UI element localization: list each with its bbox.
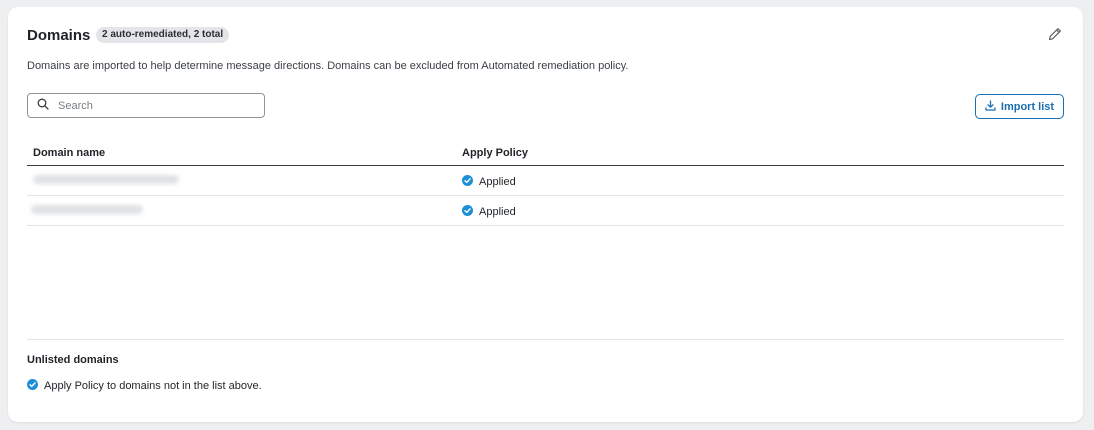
unlisted-domains-title: Unlisted domains (27, 354, 119, 366)
description-text: Domains are imported to help determine m… (27, 60, 629, 72)
import-list-button[interactable]: Import list (975, 94, 1064, 119)
table-header: Domain name Apply Policy (27, 145, 1064, 166)
search-icon (37, 97, 49, 115)
domains-card: Domains 2 auto-remediated, 2 total Domai… (8, 7, 1083, 422)
check-circle-icon (27, 379, 38, 393)
check-circle-icon (462, 175, 473, 189)
domains-table: Domain name Apply Policy Applied Applied (27, 145, 1064, 226)
download-icon (985, 99, 1001, 114)
policy-status-label: Applied (479, 176, 516, 188)
edit-button[interactable] (1045, 26, 1065, 46)
import-list-label: Import list (1000, 100, 1055, 113)
policy-status-label: Applied (479, 206, 516, 218)
redacted-domain-name (31, 205, 143, 214)
table-row[interactable]: Applied (27, 166, 1064, 196)
table-row[interactable]: Applied (27, 196, 1064, 226)
check-circle-icon (462, 205, 473, 219)
unlisted-domains-text: Apply Policy to domains not in the list … (44, 380, 262, 392)
search-input[interactable] (56, 98, 260, 113)
page-title: Domains (27, 27, 91, 44)
section-divider (27, 339, 1064, 340)
policy-status: Applied (462, 175, 516, 189)
policy-status: Applied (462, 205, 516, 219)
search-box[interactable] (27, 93, 265, 118)
pencil-icon (1047, 26, 1063, 47)
redacted-domain-name (33, 175, 179, 184)
column-header-apply-policy: Apply Policy (462, 147, 529, 159)
status-badge: 2 auto-remediated, 2 total (96, 27, 230, 43)
unlisted-domains-policy: Apply Policy to domains not in the list … (27, 379, 262, 393)
column-header-domain-name: Domain name (33, 147, 106, 159)
